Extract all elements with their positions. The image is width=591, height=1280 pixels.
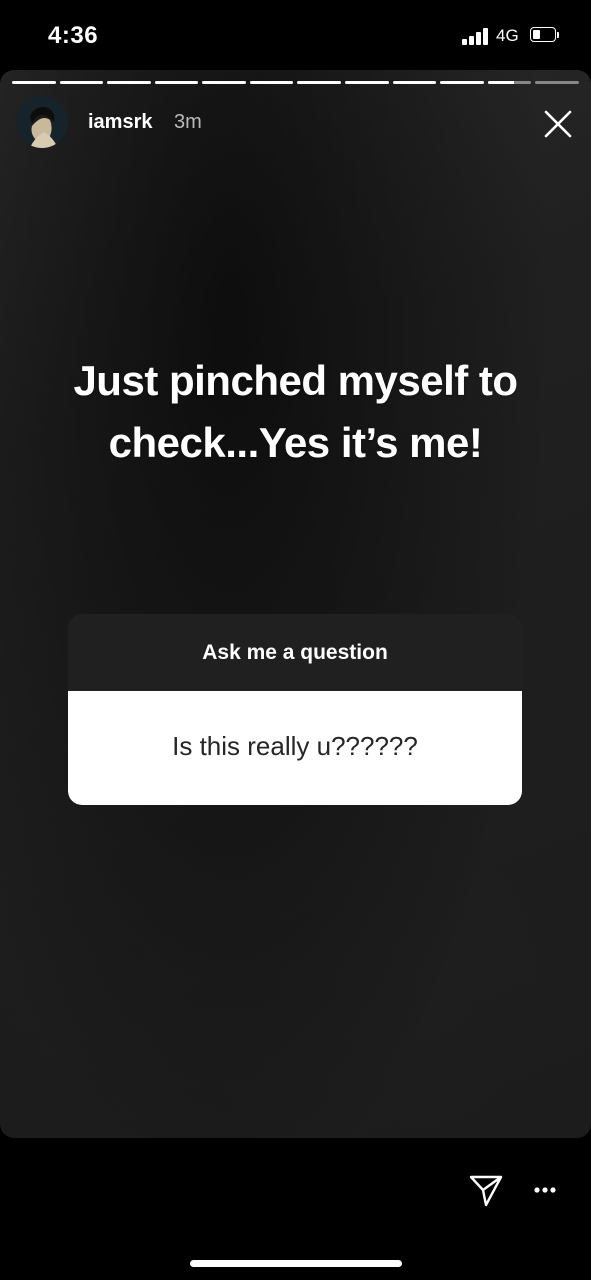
progress-segment bbox=[487, 81, 532, 84]
progress-segment bbox=[345, 81, 389, 84]
progress-segment bbox=[535, 81, 579, 84]
story-progress-bar bbox=[12, 81, 579, 84]
progress-segment bbox=[107, 81, 151, 84]
instagram-story-screen: 4:36 4G iamsrk 3m Just pinched myself to… bbox=[0, 0, 591, 1280]
home-indicator[interactable] bbox=[190, 1260, 402, 1267]
progress-segment bbox=[202, 81, 246, 84]
question-sticker[interactable]: Ask me a question Is this really u?????? bbox=[68, 614, 522, 805]
story-username[interactable]: iamsrk bbox=[88, 111, 153, 134]
status-bar: 4:36 4G bbox=[0, 0, 591, 70]
progress-segment bbox=[392, 81, 437, 84]
battery-icon bbox=[530, 27, 560, 44]
send-icon[interactable] bbox=[468, 1172, 504, 1208]
progress-segment bbox=[154, 81, 199, 84]
signal-bars-icon bbox=[462, 27, 490, 45]
network-type: 4G bbox=[496, 26, 519, 45]
question-sticker-header: Ask me a question bbox=[68, 614, 522, 691]
progress-segment bbox=[59, 81, 104, 84]
more-options-icon[interactable] bbox=[530, 1180, 560, 1200]
profile-avatar[interactable] bbox=[16, 96, 68, 148]
caption-line: Just pinched myself to bbox=[73, 357, 518, 404]
progress-segment bbox=[249, 81, 294, 84]
caption-line: check...Yes it’s me! bbox=[108, 419, 483, 466]
progress-segment bbox=[297, 81, 342, 84]
status-time: 4:36 bbox=[48, 22, 99, 49]
question-sticker-answer: Is this really u?????? bbox=[68, 691, 522, 805]
story-viewer[interactable]: iamsrk 3m Just pinched myself to check..… bbox=[0, 70, 591, 1138]
story-timestamp: 3m bbox=[174, 111, 202, 133]
close-icon[interactable] bbox=[540, 106, 576, 142]
story-caption: Just pinched myself to check...Yes it’s … bbox=[20, 350, 571, 474]
progress-segment bbox=[12, 81, 56, 84]
progress-segment bbox=[440, 81, 484, 84]
